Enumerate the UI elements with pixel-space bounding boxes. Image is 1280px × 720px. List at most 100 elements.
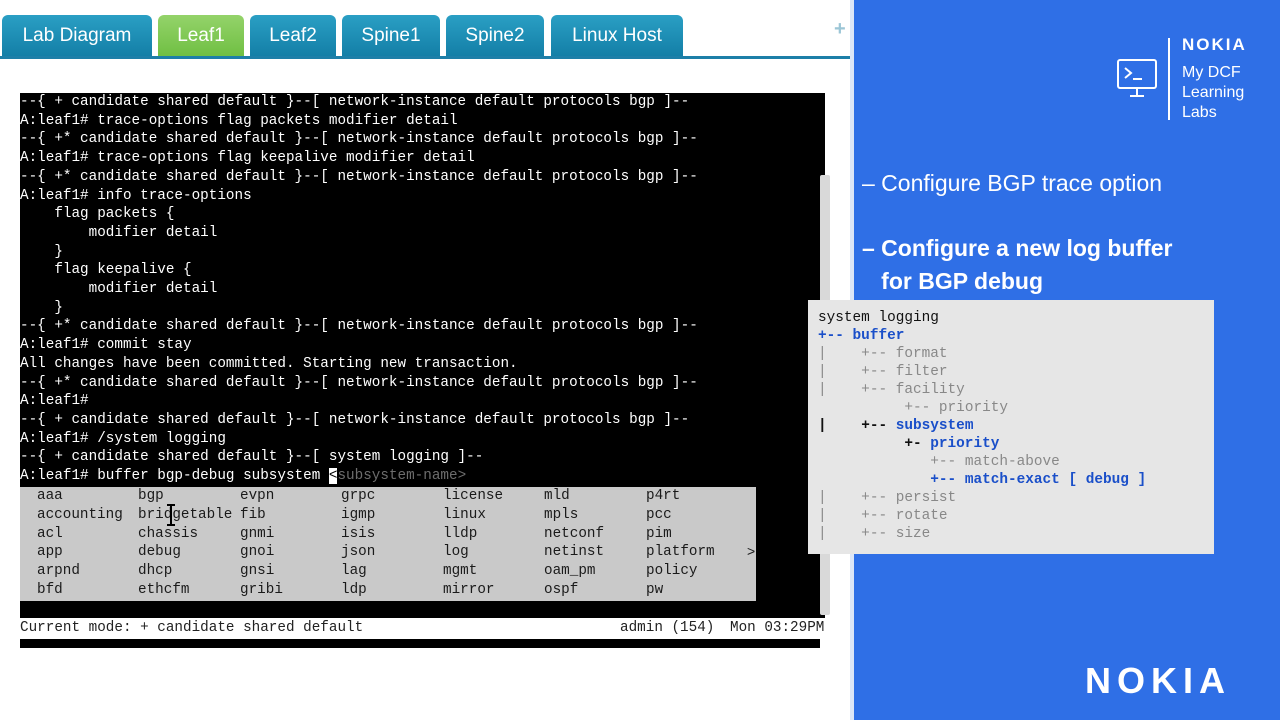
completion-item[interactable]: accounting [37,506,123,525]
terminal-line: A:leaf1# /system logging [20,430,226,447]
status-user: admin (154) [620,620,715,636]
completion-item[interactable]: ethcfm [138,581,189,600]
tab-underline [0,56,850,59]
bullet-configure-log-buffer: – Configure a new log buffer [862,235,1173,261]
completion-item[interactable]: grpc [341,487,375,506]
completion-item[interactable]: gnmi [240,525,274,544]
completion-item[interactable]: dhcp [138,562,172,581]
completion-item[interactable]: bfd [37,581,63,600]
completion-item[interactable]: bgp [138,487,164,506]
completion-item[interactable]: json [341,543,375,562]
status-mode: Current mode: + candidate shared default [20,620,364,636]
completion-item[interactable]: gnoi [240,543,274,562]
terminal-line: A:leaf1# trace-options flag keepalive mo… [20,150,475,167]
tree-format: format [895,346,948,362]
completion-item[interactable]: log [443,543,469,562]
completion-hint: subsystem-name> [337,468,467,484]
completion-item[interactable]: gnsi [240,562,274,581]
tree-filter: filter [895,364,948,380]
new-tab-button[interactable]: + [834,18,846,41]
completion-item[interactable]: mirror [443,581,494,600]
terminal-line: A:leaf1# [20,393,89,410]
completion-item[interactable]: lag [341,562,367,581]
tab-bar: Lab Diagram Leaf1 Leaf2 Spine1 Spine2 Li… [0,0,850,59]
tab-linux-host[interactable]: Linux Host [551,15,683,57]
text-cursor-icon [167,504,175,526]
completion-item[interactable]: bridgetable [138,506,232,525]
completion-item[interactable]: p4rt [646,487,680,506]
tab-lab-diagram[interactable]: Lab Diagram [2,15,152,57]
terminal-line: --{ + candidate shared default }--[ netw… [20,94,690,110]
completion-popup: aaa bgp evpn grpc license mld p4rt accou… [20,487,756,601]
completion-item[interactable]: platform [646,543,715,562]
completion-item[interactable]: pcc [646,506,672,525]
terminal-line: --{ +* candidate shared default }--[ net… [20,131,698,148]
terminal-line: --{ +* candidate shared default }--[ net… [20,318,698,335]
completion-item[interactable]: mpls [544,506,578,525]
tree-match-exact: match-exact [ debug ] [964,472,1147,488]
completion-more-indicator[interactable]: > [747,543,755,559]
completion-item[interactable]: acl [37,525,63,544]
completion-item[interactable]: netinst [544,543,604,562]
terminal-line: modifier detail [20,281,218,297]
tree-persist: persist [895,490,957,506]
completion-item[interactable]: oam_pm [544,562,595,581]
completion-item[interactable]: mld [544,487,570,506]
tree-subsystem-priority: priority [930,436,1000,452]
terminal-line: --{ +* candidate shared default }--[ net… [20,374,698,391]
terminal-line: flag packets { [20,206,175,223]
terminal-line: A:leaf1# info trace-options [20,187,252,204]
tab-leaf2[interactable]: Leaf2 [250,15,336,57]
tab-leaf1[interactable]: Leaf1 [158,15,244,57]
terminal-status-bar: Current mode: + candidate shared default… [20,618,825,639]
bullet-configure-log-buffer-cont: for BGP debug [862,268,1044,294]
completion-item[interactable]: evpn [240,487,274,506]
tree-root: system logging [818,310,939,326]
tree-match-above: match-above [964,454,1060,470]
completion-item[interactable]: aaa [37,487,63,506]
completion-item[interactable]: arpnd [37,562,80,581]
brand-divider [1168,38,1170,120]
completion-item[interactable]: pw [646,581,663,600]
terminal-prompt-line[interactable]: A:leaf1# buffer bgp-debug subsystem <sub… [20,467,466,486]
completion-item[interactable]: debug [138,543,181,562]
status-time: Mon 03:29PM [730,620,825,636]
terminal-line: --{ +* candidate shared default }--[ net… [20,168,698,185]
completion-item[interactable]: igmp [341,506,375,525]
config-tree: system logging +-- buffer | +-- format |… [808,300,1214,554]
completion-item[interactable]: ospf [544,581,578,600]
terminal-console[interactable]: --{ + candidate shared default }--[ netw… [20,93,825,619]
tree-subsystem: subsystem [895,418,974,434]
terminal-bottom-bar [20,639,820,648]
completion-item[interactable]: isis [341,525,375,544]
terminal-line: modifier detail [20,224,218,241]
tree-facility: facility [895,382,965,398]
terminal-line: A:leaf1# trace-options flag packets modi… [20,112,458,129]
completion-item[interactable]: lldp [443,525,477,544]
completion-item[interactable]: app [37,543,63,562]
completion-item[interactable]: linux [443,506,486,525]
bullet-configure-trace: – Configure BGP trace option [862,170,1163,196]
tab-spine1[interactable]: Spine1 [342,15,440,57]
terminal-line: --{ + candidate shared default }--[ netw… [20,411,690,428]
tree-buffer: buffer [852,328,905,344]
completion-item[interactable]: netconf [544,525,604,544]
nokia-footer-logo: NOKIA [1085,660,1231,701]
completion-item[interactable]: fib [240,506,266,525]
completion-item[interactable]: pim [646,525,672,544]
completion-item[interactable]: chassis [138,525,198,544]
completion-item[interactable]: mgmt [443,562,477,581]
tab-spine2[interactable]: Spine2 [446,15,544,57]
completion-item[interactable]: policy [646,562,697,581]
completion-item[interactable]: license [443,487,503,506]
completion-item[interactable]: ldp [341,581,367,600]
tree-rotate: rotate [895,508,948,524]
terminal-app-area: Lab Diagram Leaf1 Leaf2 Spine1 Spine2 Li… [0,0,850,720]
terminal-monitor-icon [1117,59,1157,97]
tree-facility-priority: priority [938,400,1008,416]
completion-item[interactable]: gribi [240,581,283,600]
terminal-line: --{ + candidate shared default }--[ syst… [20,449,484,466]
brand-title-line: Labs [1182,104,1217,121]
prompt-command: A:leaf1# buffer bgp-debug subsystem [20,468,329,484]
terminal-line: A:leaf1# commit stay [20,337,192,354]
